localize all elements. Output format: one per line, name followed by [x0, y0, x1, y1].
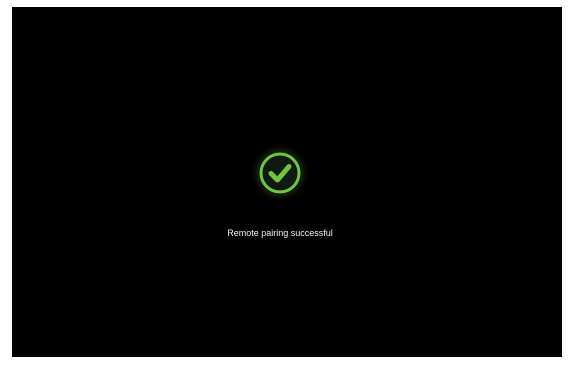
checkmark-circle-icon — [258, 151, 302, 195]
device-frame: Remote pairing successful — [0, 0, 576, 365]
checkmark-icon — [259, 152, 301, 194]
pairing-success-screen: Remote pairing successful — [12, 7, 562, 357]
success-message: Remote pairing successful — [227, 228, 333, 238]
